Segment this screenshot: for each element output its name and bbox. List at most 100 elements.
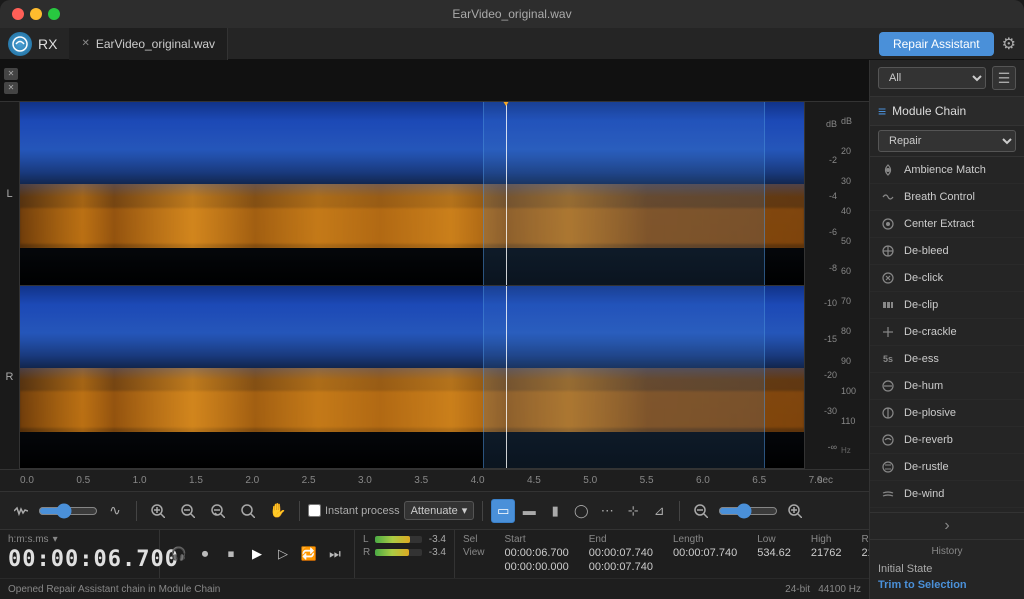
end-label: End — [589, 534, 653, 545]
tab-close-icon[interactable]: ✕ — [81, 38, 89, 49]
ambience-match-label: Ambience Match — [904, 164, 986, 176]
bottom-bar: h:m:s.ms ▾ 00:00:06.700 🎧 ⏺ ⏹ ▶ ▷ 🔁 ⏭ — [0, 529, 869, 599]
play-selection-btn[interactable]: ▷ — [272, 543, 294, 565]
titlebar: EarVideo_original.wav — [0, 0, 1024, 28]
loop-btn[interactable]: 🔁 — [298, 543, 320, 565]
module-item-de-ess[interactable]: 5s De-ess — [870, 346, 1024, 373]
hz-110: 110 — [841, 416, 867, 426]
harmonic-tool[interactable]: ⋯ — [595, 499, 619, 523]
settings-icon[interactable]: ⚙ — [1002, 34, 1016, 54]
tick-05: 0.5 — [76, 475, 132, 486]
hand-tool-btn[interactable]: ✋ — [265, 498, 291, 524]
module-item-center-extract[interactable]: Center Extract — [870, 211, 1024, 238]
module-item-de-wind[interactable]: De-wind — [870, 481, 1024, 508]
overview-controls: ✕ ✕ — [4, 68, 18, 94]
attenuate-dropdown[interactable]: Attenuate ▾ — [404, 501, 475, 520]
info-col-high: High 21762 — [811, 534, 842, 559]
panel-menu-button[interactable]: ☰ — [992, 66, 1016, 90]
logo-area: RX — [8, 32, 57, 56]
de-ess-icon: 5s — [880, 351, 896, 367]
tick-25: 2.5 — [302, 475, 358, 486]
waves-btn[interactable]: ∿ — [102, 498, 128, 524]
module-chain-label: Module Chain — [892, 104, 966, 118]
module-item-de-clip[interactable]: De-clip — [870, 292, 1024, 319]
window-controls[interactable] — [12, 8, 60, 20]
zoom-slider-right[interactable] — [718, 503, 778, 519]
zoom-in-right[interactable] — [782, 498, 808, 524]
tick-60: 6.0 — [696, 475, 752, 486]
file-tab[interactable]: ✕ EarVideo_original.wav — [69, 28, 228, 60]
overview-ctrl-top[interactable]: ✕ — [4, 68, 18, 80]
channel-labels: L R — [0, 102, 20, 469]
zoom-out-right[interactable] — [688, 498, 714, 524]
headphone-btn[interactable]: 🎧 — [168, 543, 190, 565]
selection-l — [483, 102, 765, 285]
spectrogram-container[interactable]: L R — [0, 102, 869, 469]
maximize-button[interactable] — [48, 8, 60, 20]
db-tick-inf: -∞ — [807, 442, 837, 452]
level-row-r: R -3.4 — [363, 547, 446, 558]
lasso-tool[interactable]: ◯ — [569, 499, 593, 523]
de-hum-icon — [880, 378, 896, 394]
zoom-out-btn[interactable] — [175, 498, 201, 524]
separator-2 — [299, 501, 300, 521]
history-item-initial[interactable]: Initial State — [878, 561, 1016, 577]
magic-wand-tool[interactable]: ⊿ — [647, 499, 671, 523]
module-item-ambience-match[interactable]: Ambience Match — [870, 157, 1024, 184]
module-item-de-bleed[interactable]: De-bleed — [870, 238, 1024, 265]
waveform-btn[interactable] — [8, 498, 34, 524]
time-select-tool[interactable]: ▬ — [517, 499, 541, 523]
module-item-de-reverb[interactable]: De-reverb — [870, 427, 1024, 454]
panel-filter-select[interactable]: All — [878, 67, 986, 89]
more-button[interactable]: › — [870, 512, 1024, 539]
separator-1 — [136, 501, 137, 521]
overview-ctrl-bottom[interactable]: ✕ — [4, 82, 18, 94]
repair-category-select[interactable]: Repair — [878, 130, 1016, 152]
de-click-label: De-click — [904, 272, 943, 284]
module-chain-header[interactable]: ≡ Module Chain — [870, 97, 1024, 126]
zoom-freq-btn[interactable] — [235, 498, 261, 524]
history-section: History Initial State Trim to Selection — [870, 539, 1024, 599]
length-label: Length — [673, 534, 737, 545]
repair-assistant-button[interactable]: Repair Assistant — [879, 32, 994, 56]
module-item-de-rustle[interactable]: De-rustle — [870, 454, 1024, 481]
record-btn[interactable]: ⏺ — [194, 543, 216, 565]
module-item-de-hum[interactable]: De-hum — [870, 373, 1024, 400]
spectrogram-channel-r[interactable] — [20, 286, 804, 470]
zoom-fit-btn[interactable] — [205, 498, 231, 524]
length-value: 00:00:07.740 — [673, 547, 737, 559]
de-reverb-icon — [880, 432, 896, 448]
timecode-area: h:m:s.ms ▾ 00:00:06.700 — [0, 530, 160, 578]
instant-process-checkbox[interactable] — [308, 504, 321, 517]
hz-scale: dB 20 30 40 50 60 70 80 90 100 110 Hz — [839, 102, 869, 469]
db-tick-6: -6 — [807, 227, 837, 237]
module-item-de-plosive[interactable]: De-plosive — [870, 400, 1024, 427]
hz-90: 90 — [841, 356, 867, 366]
freq-select-tool[interactable]: ▮ — [543, 499, 567, 523]
close-button[interactable] — [12, 8, 24, 20]
play-btn[interactable]: ▶ — [246, 543, 268, 565]
spectrogram-channel-l[interactable] — [20, 102, 804, 286]
timecode-dropdown-icon[interactable]: ▾ — [53, 534, 58, 545]
de-hum-label: De-hum — [904, 380, 943, 392]
skip-btn[interactable]: ⏭ — [324, 543, 346, 565]
zoom-in-btn[interactable] — [145, 498, 171, 524]
instant-process-checkbox-group: Instant process — [308, 504, 400, 517]
brush-tool[interactable]: ⊹ — [621, 499, 645, 523]
time-ruler: 0.0 0.5 1.0 1.5 2.0 2.5 3.0 3.5 4.0 4.5 … — [0, 469, 869, 491]
db-tick-4: -4 — [807, 191, 837, 201]
history-item-trim[interactable]: Trim to Selection — [878, 577, 1016, 593]
stop-btn[interactable]: ⏹ — [220, 543, 242, 565]
module-item-de-click[interactable]: De-click — [870, 265, 1024, 292]
tick-50: 5.0 — [583, 475, 639, 486]
tick-0: 0.0 — [20, 475, 76, 486]
de-plosive-icon — [880, 405, 896, 421]
module-item-breath-control[interactable]: Breath Control — [870, 184, 1024, 211]
minimize-button[interactable] — [30, 8, 42, 20]
module-item-de-crackle[interactable]: De-crackle — [870, 319, 1024, 346]
level-bar-bg-r — [375, 549, 422, 556]
zoom-slider-left[interactable] — [38, 503, 98, 519]
high-value: 21762 — [811, 547, 842, 559]
separator-3 — [482, 501, 483, 521]
rect-select-tool[interactable]: ▭ — [491, 499, 515, 523]
